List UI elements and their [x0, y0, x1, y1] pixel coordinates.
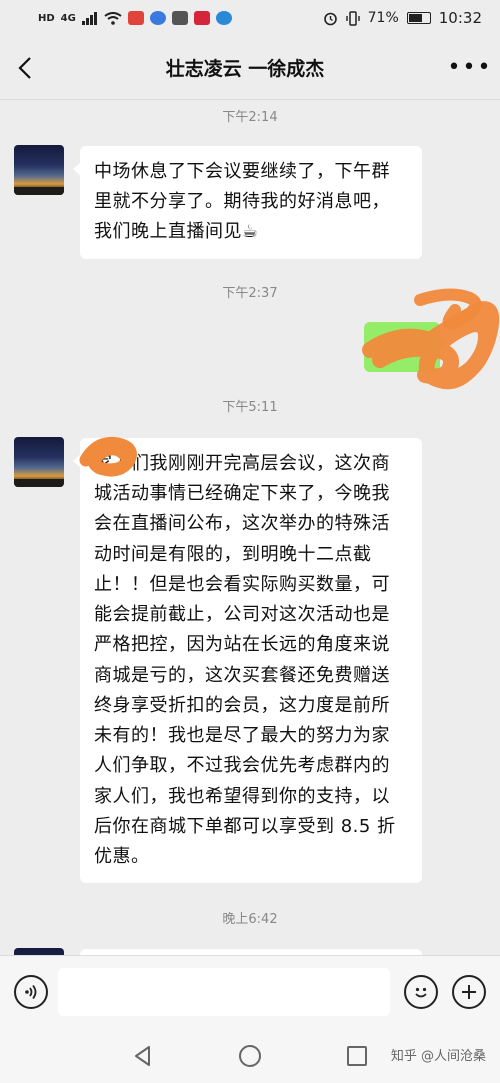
status-bar: HD 4G 71% 10:32 — [0, 0, 500, 36]
status-right: 71% 10:32 — [323, 9, 482, 27]
battery-icon — [406, 12, 431, 24]
status-left: HD 4G — [38, 11, 232, 25]
nav-recents-icon[interactable] — [344, 1043, 370, 1069]
timestamp: 晚上6:42 — [222, 912, 278, 927]
alarm-icon — [323, 12, 337, 25]
clock: 10:32 — [438, 9, 482, 27]
app-icon — [215, 11, 232, 25]
app-icon — [149, 11, 166, 25]
watermark: 知乎 @人间沧桑 — [390, 1049, 486, 1064]
back-button[interactable] — [0, 36, 50, 100]
voice-icon — [25, 984, 37, 1000]
app-icon — [171, 11, 188, 25]
input-bar — [0, 955, 500, 1029]
nav-back-icon[interactable] — [130, 1043, 156, 1069]
chevron-left-icon — [18, 56, 31, 79]
toutiao-icon — [127, 11, 144, 25]
vibrate-icon — [345, 10, 360, 26]
network-type: 4G — [60, 12, 76, 24]
nav-home-icon[interactable] — [237, 1043, 263, 1069]
system-nav-bar: 知乎 @人间沧桑 — [0, 1029, 500, 1083]
more-button[interactable]: ••• — [440, 36, 500, 100]
message-bubble-outgoing[interactable] — [364, 322, 447, 372]
wifi-icon — [104, 11, 122, 25]
avatar[interactable] — [14, 145, 64, 195]
timestamp: 下午2:37 — [222, 286, 278, 301]
timestamp: 下午2:14 — [222, 110, 278, 125]
emoji-button[interactable] — [404, 975, 438, 1009]
signal-icon — [81, 11, 97, 25]
plus-button[interactable] — [452, 975, 486, 1009]
message-bubble[interactable]: 中场休息了下会议要继续了，下午群里就不分享了。期待我的好消息吧，我们晚上直播间见… — [73, 146, 422, 259]
more-dots-icon: ••• — [447, 55, 493, 80]
emoji-icon — [415, 987, 427, 998]
avatar[interactable] — [14, 437, 64, 487]
hd-indicator: HD — [38, 12, 55, 24]
message-text: 中场休息了下会议要继续了，下午群里就不分享了。期待我的好消息吧，我们晚上直播间见… — [94, 161, 390, 243]
battery-percent: 71% — [367, 10, 399, 26]
timestamp: 下午5:11 — [222, 400, 278, 415]
avatar[interactable] — [14, 948, 64, 955]
app-icon — [193, 11, 210, 25]
voice-button[interactable] — [14, 975, 48, 1009]
plus-icon — [462, 985, 476, 999]
chat-title: 壮志凌云 一徐成杰 — [165, 58, 325, 80]
message-bubble[interactable]: 家人们我刚刚开完高层会议，这次商城活动事情已经确定下来了，今晚我会在直播间公布，… — [73, 438, 422, 884]
message-list[interactable]: 下午2:14 中场休息了下会议要继续了，下午群里就不分享了。期待我的好消息吧，我… — [0, 100, 500, 955]
message-text: 家人们我刚刚开完高层会议，这次商城活动事情已经确定下来了，今晚我会在直播间公布，… — [94, 453, 396, 868]
message-input[interactable] — [58, 968, 390, 1016]
chat-header: 壮志凌云 一徐成杰 ••• — [0, 36, 500, 100]
